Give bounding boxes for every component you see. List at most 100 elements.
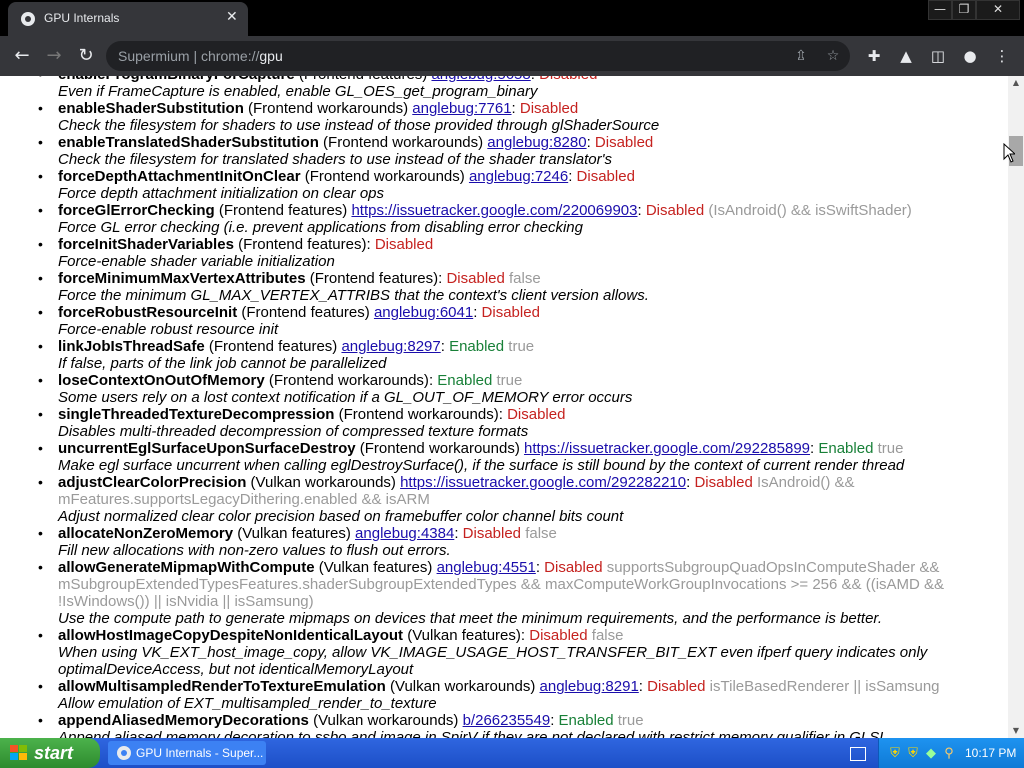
feature-status: Disabled xyxy=(446,270,505,287)
feature-item: singleThreadedTextureDecompression (Fron… xyxy=(0,406,1000,440)
feature-bug-link[interactable]: anglebug:4551 xyxy=(437,559,536,576)
feature-name: allocateNonZeroMemory xyxy=(58,525,234,542)
title-bar: GPU Internals ✕ — ❐ ✕ xyxy=(0,0,1024,36)
address-text[interactable]: Supermium | chrome://gpu xyxy=(118,48,283,64)
feature-name: forceDepthAttachmentInitOnClear xyxy=(58,168,301,185)
separator-colon: : xyxy=(366,236,375,253)
reload-button[interactable]: ↻ xyxy=(74,44,98,68)
feature-name: forceRobustResourceInit xyxy=(58,304,238,321)
minimize-button[interactable]: — xyxy=(928,0,952,20)
extensions-icon[interactable]: ✚ xyxy=(864,46,884,66)
menu-icon[interactable]: ⋮ xyxy=(992,46,1012,66)
feature-name: uncurrentEglSurfaceUponSurfaceDestroy xyxy=(58,440,356,457)
feature-condition: (IsAndroid() && isSwiftShader) xyxy=(708,202,912,219)
feature-item: allowGenerateMipmapWithCompute (Vulkan f… xyxy=(0,559,1000,627)
feature-status: Disabled xyxy=(544,559,603,576)
feature-bug-link[interactable]: https://issuetracker.google.com/29228221… xyxy=(400,474,686,491)
feature-description: Fill new allocations with non-zero value… xyxy=(58,542,451,559)
start-button[interactable]: start xyxy=(0,738,100,768)
feature-status: Enabled xyxy=(818,440,874,457)
bookmark-star-icon[interactable]: ☆ xyxy=(824,47,842,65)
feature-bug-link[interactable]: anglebug:8297 xyxy=(341,338,440,355)
feature-bug-link[interactable]: anglebug:7246 xyxy=(469,168,568,185)
forward-button[interactable]: → xyxy=(42,44,66,68)
feature-category: (Vulkan workarounds) xyxy=(385,678,540,695)
feature-name: allowGenerateMipmapWithCompute xyxy=(58,559,315,576)
restore-button[interactable]: ❐ xyxy=(952,0,976,20)
feature-name: forceMinimumMaxVertexAttributes xyxy=(58,270,306,287)
address-bar[interactable]: Supermium | chrome://gpu ⇫ ☆ xyxy=(106,41,850,71)
url-scheme: chrome:// xyxy=(201,48,260,64)
security-shield-icon[interactable]: ⛨ xyxy=(887,745,903,761)
scroll-down-arrow-icon[interactable]: ▼ xyxy=(1008,724,1024,738)
feature-category: (Frontend workarounds) xyxy=(264,372,429,389)
network-icon[interactable]: ◆ xyxy=(923,745,939,761)
feature-description: Check the filesystem for shaders to use … xyxy=(58,117,660,134)
feature-description: Force-enable robust resource init xyxy=(58,321,279,338)
feature-category: (Frontend features) xyxy=(295,76,432,83)
feature-bug-link[interactable]: anglebug:7761 xyxy=(412,100,511,117)
separator-colon: : xyxy=(531,76,539,83)
profile-avatar-icon[interactable]: ● xyxy=(960,46,980,66)
search-icon[interactable]: ⚲ xyxy=(941,745,957,761)
feature-name: appendAliasedMemoryDecorations xyxy=(58,712,309,729)
tab-close-icon[interactable]: ✕ xyxy=(226,9,238,25)
feature-status: Disabled xyxy=(576,168,635,185)
chrome-page-icon xyxy=(21,12,35,26)
labs-flask-icon[interactable]: ▲ xyxy=(896,46,916,66)
back-button[interactable]: ← xyxy=(10,44,34,68)
browser-icon xyxy=(117,746,131,760)
feature-name: linkJobIsThreadSafe xyxy=(58,338,205,355)
feature-item: adjustClearColorPrecision (Vulkan workar… xyxy=(0,474,1000,525)
feature-category: (Vulkan workarounds) xyxy=(246,474,401,491)
feature-name: enableShaderSubstitution xyxy=(58,100,244,117)
feature-bug-link[interactable]: https://issuetracker.google.com/29228589… xyxy=(524,440,810,457)
feature-category: (Frontend features) xyxy=(233,236,367,253)
feature-bug-link[interactable]: anglebug:6041 xyxy=(374,304,473,321)
feature-bug-link[interactable]: anglebug:8280 xyxy=(487,134,586,151)
feature-description: Force GL error checking (i.e. prevent ap… xyxy=(58,219,583,236)
separator-colon: : xyxy=(586,134,595,151)
feature-category: (Frontend workarounds) xyxy=(355,440,524,457)
feature-item: forceMinimumMaxVertexAttributes (Fronten… xyxy=(0,270,1000,304)
feature-name: enableTranslatedShaderSubstitution xyxy=(58,134,319,151)
feature-description: Adjust normalized clear color precision … xyxy=(58,508,624,525)
feature-bug-link[interactable]: b/266235549 xyxy=(463,712,551,729)
feature-status: Disabled xyxy=(374,236,434,253)
mouse-cursor-icon xyxy=(1003,143,1015,163)
feature-description: Check the filesystem for translated shad… xyxy=(58,151,612,168)
feature-category: (Frontend features) xyxy=(305,270,439,287)
feature-status: Disabled xyxy=(462,525,522,542)
feature-bug-link[interactable]: anglebug:4384 xyxy=(355,525,454,542)
feature-description: Use the compute path to generate mipmaps… xyxy=(58,610,883,627)
feature-condition: true xyxy=(508,338,535,355)
feature-condition: false xyxy=(509,270,541,287)
feature-item: linkJobIsThreadSafe (Frontend features) … xyxy=(0,338,1000,372)
feature-category: (Vulkan features) xyxy=(403,627,521,644)
feature-category: (Vulkan features) xyxy=(314,559,437,576)
feature-list: enableProgramBinaryForCapture (Frontend … xyxy=(0,76,1000,738)
taskbar-item-gpu-internals[interactable]: GPU Internals - Super... xyxy=(108,741,266,765)
keyboard-icon[interactable] xyxy=(850,747,866,761)
feature-bug-link[interactable]: anglebug:8291 xyxy=(540,678,639,695)
feature-status: Enabled xyxy=(449,338,505,355)
feature-item: appendAliasedMemoryDecorations (Vulkan w… xyxy=(0,712,1000,738)
separator-colon: : xyxy=(550,712,559,729)
feature-description: Allow emulation of EXT_multisampled_rend… xyxy=(58,695,437,712)
feature-item: allocateNonZeroMemory (Vulkan features) … xyxy=(0,525,1000,559)
feature-item: allowHostImageCopyDespiteNonIdenticalLay… xyxy=(0,627,1000,678)
feature-category: (Vulkan workarounds) xyxy=(308,712,463,729)
share-icon[interactable]: ⇫ xyxy=(792,47,810,65)
separator-colon: : xyxy=(473,304,482,321)
tab-gpu-internals[interactable]: GPU Internals ✕ xyxy=(8,2,248,36)
feature-description: Force-enable shader variable initializat… xyxy=(58,253,335,270)
feature-item: forceRobustResourceInit (Frontend featur… xyxy=(0,304,1000,338)
feature-description: If false, parts of the link job cannot b… xyxy=(58,355,387,372)
scroll-up-arrow-icon[interactable]: ▲ xyxy=(1008,76,1024,90)
security-center-icon[interactable]: ⛨ xyxy=(905,745,921,761)
close-window-button[interactable]: ✕ xyxy=(976,0,1020,20)
feature-bug-link[interactable]: anglebug:5658 xyxy=(431,76,530,83)
side-panel-icon[interactable]: ◫ xyxy=(928,46,948,66)
vertical-scrollbar[interactable]: ▲ ▼ xyxy=(1008,76,1024,738)
feature-bug-link[interactable]: https://issuetracker.google.com/22006990… xyxy=(351,202,637,219)
